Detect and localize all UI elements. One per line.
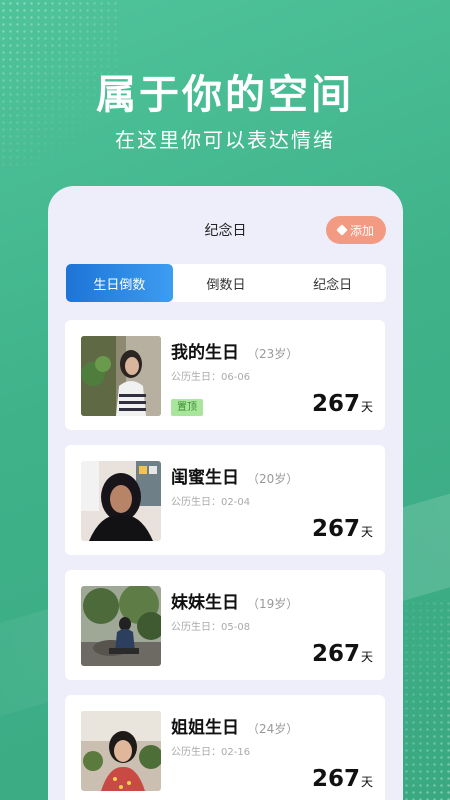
days-unit: 天: [360, 400, 373, 414]
card-date: 公历生日：02-16: [171, 747, 251, 758]
days-count: 267天: [312, 391, 373, 417]
card-date: 公历生日：05-08: [171, 622, 251, 633]
card-age: （19岁）: [247, 597, 299, 611]
card-title: 我的生日 （23岁）: [171, 338, 298, 363]
days-number: 267: [311, 766, 360, 792]
days-count: 267天: [312, 766, 373, 792]
days-number: 267: [311, 516, 360, 542]
card-age: （23岁）: [247, 347, 299, 361]
tab-countdown-days[interactable]: 倒数日: [173, 264, 280, 302]
birthday-card[interactable]: 闺蜜生日 （20岁） 公历生日：02-04 267天: [65, 445, 385, 555]
phone-screen: 纪念日 添加 生日倒数 倒数日 纪念日 我的生日 （23岁） 公历生日：06-0…: [48, 186, 403, 800]
tab-bar: 生日倒数 倒数日 纪念日: [66, 264, 386, 302]
avatar-photo: [81, 461, 161, 541]
card-age: （20岁）: [247, 472, 299, 486]
days-count: 267天: [312, 516, 373, 542]
card-title: 姐姐生日 （24岁）: [171, 713, 298, 738]
tab-birthday-countdown[interactable]: 生日倒数: [66, 264, 173, 302]
hero-title: 属于你的空间: [96, 72, 354, 118]
birthday-card[interactable]: 姐姐生日 （24岁） 公历生日：02-16 267天: [65, 695, 385, 800]
birthday-card[interactable]: 我的生日 （23岁） 公历生日：06-06 置顶 267天: [65, 320, 385, 430]
birthday-card[interactable]: 妹妹生日 （19岁） 公历生日：05-08 267天: [65, 570, 385, 680]
days-unit: 天: [360, 525, 373, 539]
add-button-label: 添加: [349, 223, 374, 238]
card-title: 闺蜜生日 （20岁）: [171, 463, 298, 488]
pinned-badge: 置顶: [171, 399, 203, 416]
avatar-photo: [81, 711, 161, 791]
days-unit: 天: [360, 650, 373, 664]
card-date: 公历生日：02-04: [171, 497, 251, 508]
days-count: 267天: [312, 641, 373, 667]
days-number: 267: [311, 391, 360, 417]
tab-anniversary[interactable]: 纪念日: [279, 264, 386, 302]
card-name: 我的生日: [171, 343, 239, 363]
avatar-photo: [81, 336, 161, 416]
hero-subtitle: 在这里你可以表达情绪: [115, 128, 335, 152]
card-title: 妹妹生日 （19岁）: [171, 588, 298, 613]
days-unit: 天: [360, 775, 373, 789]
add-button[interactable]: 添加: [326, 216, 386, 244]
card-age: （24岁）: [247, 722, 299, 736]
days-number: 267: [311, 641, 360, 667]
top-bar: 纪念日 添加: [48, 216, 403, 246]
add-icon: [336, 224, 348, 236]
card-date: 公历生日：06-06: [171, 372, 251, 383]
card-name: 妹妹生日: [171, 593, 239, 613]
card-name: 姐姐生日: [171, 718, 239, 738]
avatar-photo: [81, 586, 161, 666]
card-name: 闺蜜生日: [171, 468, 239, 488]
